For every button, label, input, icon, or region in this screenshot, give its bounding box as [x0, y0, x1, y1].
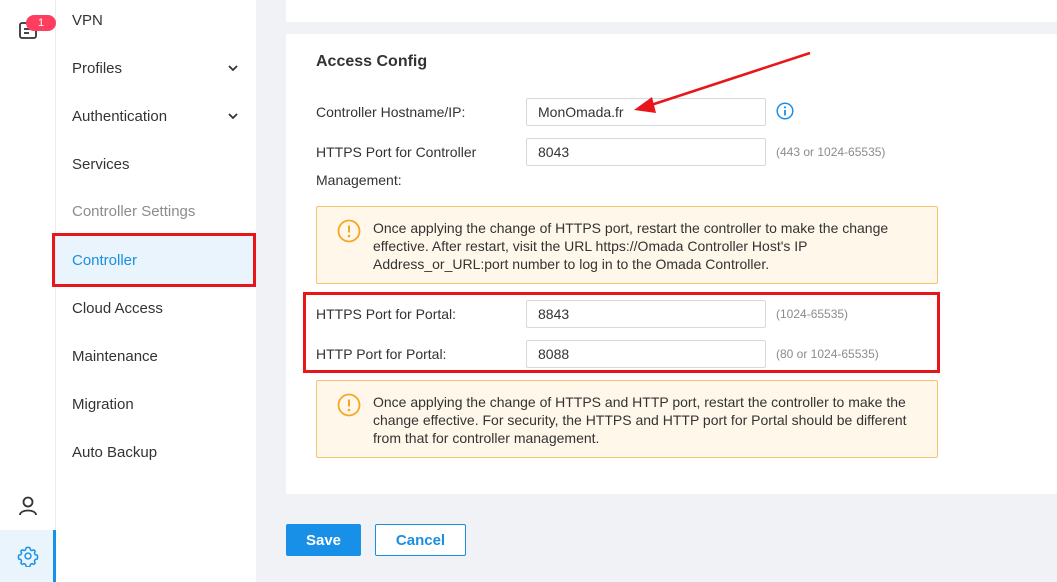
menu-item-auto-backup[interactable]: Auto Backup: [56, 428, 256, 476]
menu-item-label: Maintenance: [72, 347, 158, 365]
menu-item-services[interactable]: Services: [56, 140, 256, 188]
notification-badge: 1: [26, 15, 56, 31]
menu-item-label: VPN: [72, 11, 103, 29]
menu-item-label: Migration: [72, 395, 134, 413]
menu-item-label: Services: [72, 155, 130, 173]
notice-https-restart: Once applying the change of HTTPS port, …: [316, 206, 938, 284]
notice-text: Once applying the change of HTTPS and HT…: [373, 394, 907, 446]
https-portal-port-input[interactable]: 8843: [526, 300, 766, 328]
notice-text: Once applying the change of HTTPS port, …: [373, 220, 889, 272]
settings-button[interactable]: [0, 530, 56, 582]
menu-item-authentication[interactable]: Authentication: [56, 92, 256, 140]
menu-group-label: Controller Settings: [72, 202, 196, 220]
chevron-down-icon: [228, 113, 238, 120]
gear-icon: [17, 546, 39, 567]
section-title: Access Config: [316, 53, 428, 70]
settings-menu: VPN Profiles Authentication Services Con…: [56, 0, 256, 582]
menu-item-cloud-access[interactable]: Cloud Access: [56, 284, 256, 332]
previous-card: [286, 0, 1057, 22]
menu-item-migration[interactable]: Migration: [56, 380, 256, 428]
save-button[interactable]: Save: [286, 524, 361, 556]
menu-item-maintenance[interactable]: Maintenance: [56, 332, 256, 380]
notice-portal-ports: Once applying the change of HTTPS and HT…: [316, 380, 938, 458]
menu-group-controller-settings: Controller Settings: [56, 187, 256, 235]
menu-item-label: Controller: [72, 251, 138, 269]
menu-item-controller[interactable]: Controller: [56, 236, 256, 284]
info-icon[interactable]: [776, 102, 794, 120]
https-mgmt-label-line2: Management:: [316, 172, 402, 188]
cancel-button[interactable]: Cancel: [375, 524, 466, 556]
menu-item-label: Auto Backup: [72, 443, 158, 461]
user-icon: [19, 496, 37, 516]
icon-rail: 1: [0, 0, 56, 582]
menu-item-label: Cloud Access: [72, 299, 163, 317]
menu-item-label: Authentication: [72, 107, 168, 125]
http-portal-port-input[interactable]: 8088: [526, 340, 766, 368]
https-mgmt-port-input[interactable]: 8043: [526, 138, 766, 166]
account-button[interactable]: [0, 482, 56, 530]
https-portal-label: HTTPS Port for Portal:: [316, 306, 457, 322]
warning-icon: [337, 393, 361, 417]
chevron-down-icon: [228, 65, 238, 72]
warning-icon: [337, 219, 361, 243]
http-portal-label: HTTP Port for Portal:: [316, 346, 447, 362]
hostname-input[interactable]: MonOmada.fr: [526, 98, 766, 126]
https-mgmt-label-line1: HTTPS Port for Controller: [316, 144, 477, 160]
hostname-label: Controller Hostname/IP:: [316, 104, 466, 120]
https-portal-port-hint: (1024-65535): [776, 307, 849, 321]
menu-item-vpn[interactable]: VPN: [56, 0, 256, 44]
menu-item-label: Profiles: [72, 59, 123, 77]
menu-item-profiles[interactable]: Profiles: [56, 44, 256, 92]
https-mgmt-port-hint: (443 or 1024-65535): [776, 145, 886, 159]
http-portal-port-hint: (80 or 1024-65535): [776, 347, 879, 361]
